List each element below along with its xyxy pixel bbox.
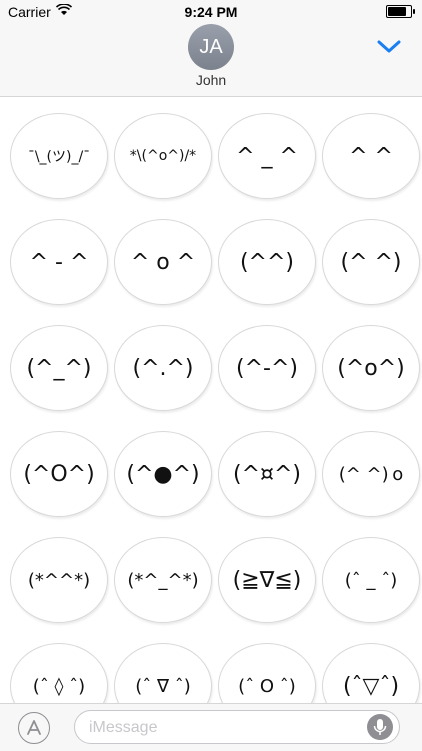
sticker[interactable]: ^ - ^ bbox=[10, 219, 108, 305]
sticker[interactable]: *\(^o^)/* bbox=[114, 113, 212, 199]
message-input-placeholder: iMessage bbox=[89, 719, 158, 736]
sticker[interactable]: (^_^) bbox=[10, 325, 108, 411]
sticker[interactable]: (*^_^*) bbox=[114, 537, 212, 623]
sticker[interactable]: (^ ^) bbox=[322, 219, 420, 305]
sticker[interactable]: (ˆ _ ˆ) bbox=[322, 537, 420, 623]
sticker[interactable]: (ˆ▽ˆ) bbox=[322, 643, 420, 703]
sticker[interactable]: (^.^) bbox=[114, 325, 212, 411]
app-store-icon[interactable] bbox=[18, 712, 50, 744]
sticker[interactable]: (ˆ O ˆ) bbox=[218, 643, 316, 703]
battery-level bbox=[388, 7, 406, 16]
chevron-down-icon[interactable] bbox=[376, 36, 402, 56]
sticker[interactable]: (^^) bbox=[218, 219, 316, 305]
sticker[interactable]: (^¤^) bbox=[218, 431, 316, 517]
sticker[interactable]: (^o^) bbox=[322, 325, 420, 411]
battery-icon bbox=[386, 5, 415, 18]
sticker[interactable]: (^O^) bbox=[10, 431, 108, 517]
message-input[interactable]: iMessage bbox=[74, 710, 400, 744]
conversation-header: JA John bbox=[0, 22, 422, 97]
status-bar: Carrier 9:24 PM bbox=[0, 0, 422, 22]
sticker[interactable]: (ˆ ∇ ˆ) bbox=[114, 643, 212, 703]
sticker[interactable]: ^ ^ bbox=[322, 113, 420, 199]
sticker[interactable]: ¯\_(ツ)_/¯ bbox=[10, 113, 108, 199]
sticker[interactable]: (^●^) bbox=[114, 431, 212, 517]
sticker[interactable]: (^ ^) o bbox=[322, 431, 420, 517]
contact-name[interactable]: John bbox=[0, 72, 422, 88]
message-composer: iMessage bbox=[0, 703, 422, 751]
sticker[interactable]: ^ _ ^ bbox=[218, 113, 316, 199]
sticker[interactable]: (≧∇≦) bbox=[218, 537, 316, 623]
microphone-icon[interactable] bbox=[367, 714, 393, 740]
status-time: 9:24 PM bbox=[184, 4, 238, 20]
sticker[interactable]: ^ o ^ bbox=[114, 219, 212, 305]
sticker[interactable]: (^-^) bbox=[218, 325, 316, 411]
sticker[interactable]: (*^^*) bbox=[10, 537, 108, 623]
sticker-grid: ¯\_(ツ)_/¯ *\(^o^)/* ^ _ ^ ^ ^ ^ - ^ ^ o ^ (^^)… bbox=[0, 97, 422, 703]
sticker[interactable]: (ˆ ◊ ˆ) bbox=[10, 643, 108, 703]
avatar[interactable]: JA bbox=[188, 24, 234, 70]
